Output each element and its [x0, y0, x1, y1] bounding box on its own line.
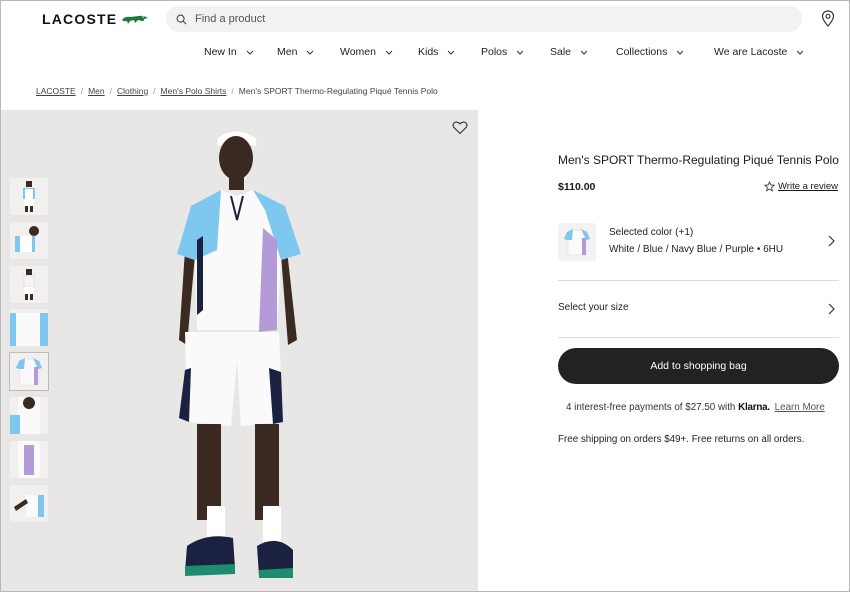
main-product-image[interactable]: [1, 110, 478, 591]
chevron-down-icon: [580, 50, 588, 55]
chevron-down-icon: [448, 50, 455, 55]
selected-color-label: Selected color (+1): [609, 227, 694, 238]
star-icon: [764, 181, 775, 192]
logo-text: LACOSTE: [42, 11, 118, 27]
breadcrumb-separator: /: [80, 86, 84, 96]
nav-item-women[interactable]: Women: [340, 46, 393, 58]
write-review-link[interactable]: Write a review: [764, 181, 838, 192]
nav-label: Collections: [616, 46, 668, 58]
search-input[interactable]: [195, 13, 755, 25]
shipping-info: Free shipping on orders $49+. Free retur…: [558, 434, 805, 445]
breadcrumb: LACOSTE / Men / Clothing / Men's Polo Sh…: [36, 86, 438, 96]
breadcrumb-separator: /: [231, 86, 234, 96]
heart-icon[interactable]: [452, 120, 468, 135]
klarna-logo: Klarna.: [738, 402, 770, 413]
color-selector[interactable]: Selected color (+1) White / Blue / Navy …: [558, 222, 839, 262]
nav-item-new-in[interactable]: New In: [204, 46, 254, 58]
write-review-label: Write a review: [778, 181, 839, 192]
nav-item-kids[interactable]: Kids: [418, 46, 455, 58]
chevron-down-icon: [385, 50, 393, 55]
nav-label: Men: [277, 46, 298, 58]
lacoste-logo[interactable]: LACOSTE: [42, 11, 149, 27]
selected-color-value: White / Blue / Navy Blue / Purple • 6HU: [609, 244, 784, 255]
size-selector[interactable]: Select your size: [558, 296, 839, 320]
breadcrumb-link-lacoste[interactable]: LACOSTE: [36, 86, 76, 96]
divider: [558, 337, 839, 338]
thumbnail-detail-front[interactable]: [10, 309, 48, 347]
nav-label: Women: [340, 46, 376, 58]
klarna-learn-more-link[interactable]: Learn More: [775, 402, 825, 413]
store-locator-icon[interactable]: [821, 10, 835, 27]
klarna-text: 4 interest-free payments of $27.50 with: [566, 402, 736, 413]
nav-label: We are Lacoste: [714, 46, 788, 58]
nav-item-polos[interactable]: Polos: [481, 46, 524, 58]
klarna-payment-info: 4 interest-free payments of $27.50 with …: [566, 402, 825, 413]
nav-label: New In: [204, 46, 237, 58]
product-title: Men's SPORT Thermo-Regulating Piqué Tenn…: [558, 153, 839, 167]
nav-label: Kids: [418, 46, 439, 58]
add-to-bag-button[interactable]: Add to shopping bag: [558, 348, 839, 384]
product-price: $110.00: [558, 181, 596, 193]
thumbnail-back-full[interactable]: [10, 265, 48, 303]
thumbnail-side-detail[interactable]: [10, 440, 48, 478]
thumbnail-strip: [9, 178, 49, 528]
nav-item-collections[interactable]: Collections: [616, 46, 684, 58]
nav-item-sale[interactable]: Sale: [550, 46, 588, 58]
breadcrumb-current: Men's SPORT Thermo-Regulating Piqué Tenn…: [238, 86, 438, 96]
breadcrumb-separator: /: [153, 86, 156, 96]
search-bar[interactable]: [166, 6, 802, 32]
chevron-right-icon: [828, 235, 835, 247]
product-image-gallery[interactable]: [1, 110, 478, 591]
nav-label: Polos: [481, 46, 508, 58]
search-icon: [176, 14, 187, 24]
crocodile-logo-icon: [122, 15, 149, 24]
thumbnail-back-detail[interactable]: [10, 396, 48, 434]
main-nav: New In Men Women Kids Polos Sale Collect…: [0, 46, 850, 60]
thumbnail-flat-polo[interactable]: [9, 352, 49, 392]
thumbnail-front-full[interactable]: [10, 178, 48, 215]
chevron-down-icon: [677, 50, 684, 55]
select-size-label: Select your size: [558, 302, 629, 313]
divider: [558, 280, 839, 281]
thumbnail-action[interactable]: [10, 221, 48, 259]
chevron-down-icon: [307, 50, 314, 55]
chevron-down-icon: [246, 50, 254, 55]
breadcrumb-link-men[interactable]: Men: [88, 86, 105, 96]
chevron-down-icon: [797, 50, 804, 55]
color-swatch: [558, 223, 596, 261]
breadcrumb-link-polo-shirts[interactable]: Men's Polo Shirts: [161, 86, 227, 96]
nav-label: Sale: [550, 46, 572, 58]
nav-item-we-are-lacoste[interactable]: We are Lacoste: [714, 46, 804, 58]
nav-item-men[interactable]: Men: [277, 46, 314, 58]
chevron-down-icon: [516, 50, 524, 55]
chevron-right-icon: [828, 303, 835, 315]
breadcrumb-link-clothing[interactable]: Clothing: [117, 86, 148, 96]
thumbnail-action-2[interactable]: [10, 484, 48, 522]
breadcrumb-separator: /: [109, 86, 112, 96]
